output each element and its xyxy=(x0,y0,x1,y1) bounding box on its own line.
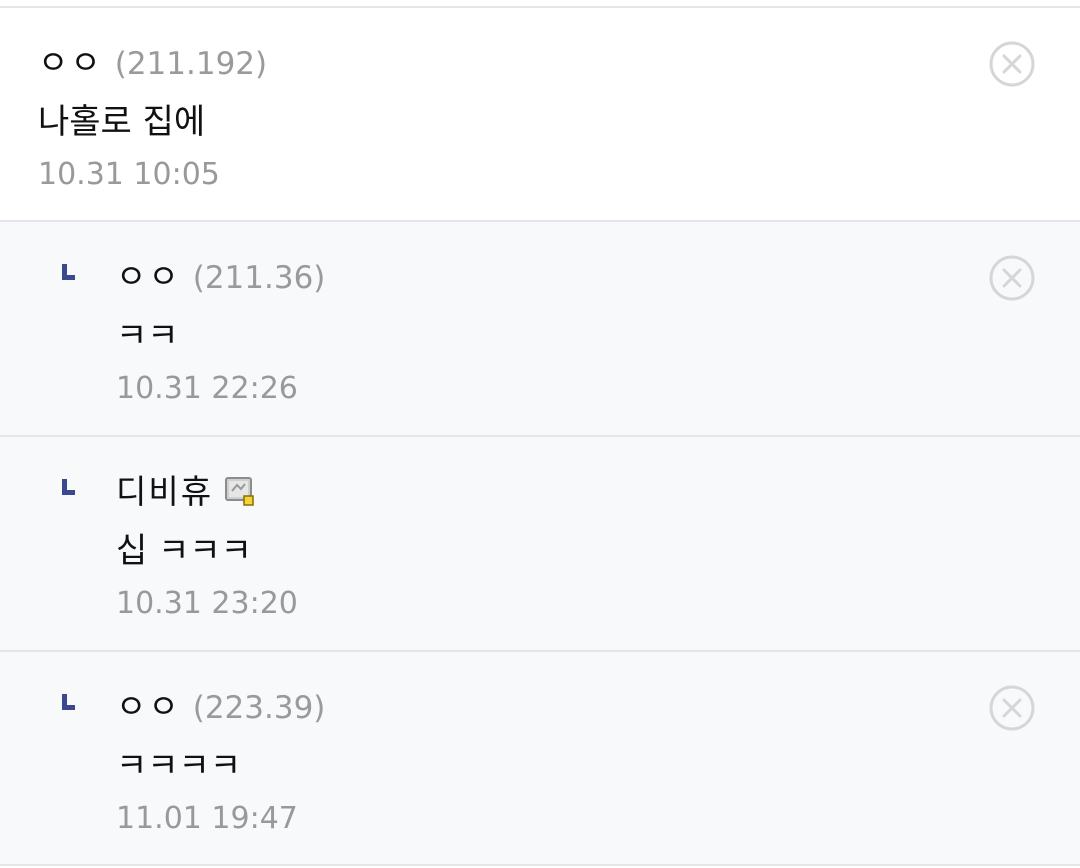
comment-text: ㅋㅋㅋㅋ xyxy=(116,746,242,786)
comment-author: ㅇㅇ (211.192) xyxy=(38,38,1080,88)
comment-date: 11.01 19:47 xyxy=(116,801,298,836)
top-divider xyxy=(0,0,1080,8)
comment-date: 10.31 22:26 xyxy=(116,371,298,406)
reply-arrow-icon xyxy=(62,264,75,280)
ip-address: (223.39) xyxy=(192,690,326,726)
comment-date: 10.31 10:05 xyxy=(38,157,220,192)
gallog-fixed-nick-icon[interactable] xyxy=(225,477,255,507)
comment-text: 나홀로 집에 xyxy=(38,102,206,142)
reply-arrow-icon xyxy=(62,479,75,495)
ip-address: (211.36) xyxy=(192,260,326,296)
reply-item: ㅇㅇ (223.39) ㅋㅋㅋㅋ 11.01 19:47 xyxy=(0,652,1080,866)
comment-text: ㅋㅋ xyxy=(116,316,179,356)
comment-item: ㅇㅇ (211.192) 나홀로 집에 10.31 10:05 xyxy=(0,8,1080,222)
comment-text: 십 ㅋㅋㅋ xyxy=(116,531,252,571)
comment-author: 디비휴 xyxy=(116,467,1080,517)
comment-author: ㅇㅇ (211.36) xyxy=(116,252,1080,302)
reply-arrow-icon xyxy=(62,694,75,710)
close-circle-icon xyxy=(989,41,1035,87)
delete-comment-button[interactable] xyxy=(988,254,1036,302)
comment-list: ㅇㅇ (211.192) 나홀로 집에 10.31 10:05 ㅇㅇ (211.36… xyxy=(0,8,1080,866)
nickname[interactable]: ㅇㅇ xyxy=(116,257,181,296)
delete-comment-button[interactable] xyxy=(988,40,1036,88)
comment-date: 10.31 23:20 xyxy=(116,586,298,621)
nickname[interactable]: ㅇㅇ xyxy=(38,43,103,82)
comment-author: ㅇㅇ (223.39) xyxy=(116,682,1080,732)
nickname[interactable]: ㅇㅇ xyxy=(116,687,181,726)
close-circle-icon xyxy=(989,255,1035,301)
close-circle-icon xyxy=(989,685,1035,731)
ip-address: (211.192) xyxy=(114,46,268,82)
nickname[interactable]: 디비휴 xyxy=(116,472,213,511)
reply-item: 디비휴 십 ㅋㅋㅋ 10.31 23:20 xyxy=(0,437,1080,652)
delete-comment-button[interactable] xyxy=(988,684,1036,732)
reply-item: ㅇㅇ (211.36) ㅋㅋ 10.31 22:26 xyxy=(0,222,1080,437)
